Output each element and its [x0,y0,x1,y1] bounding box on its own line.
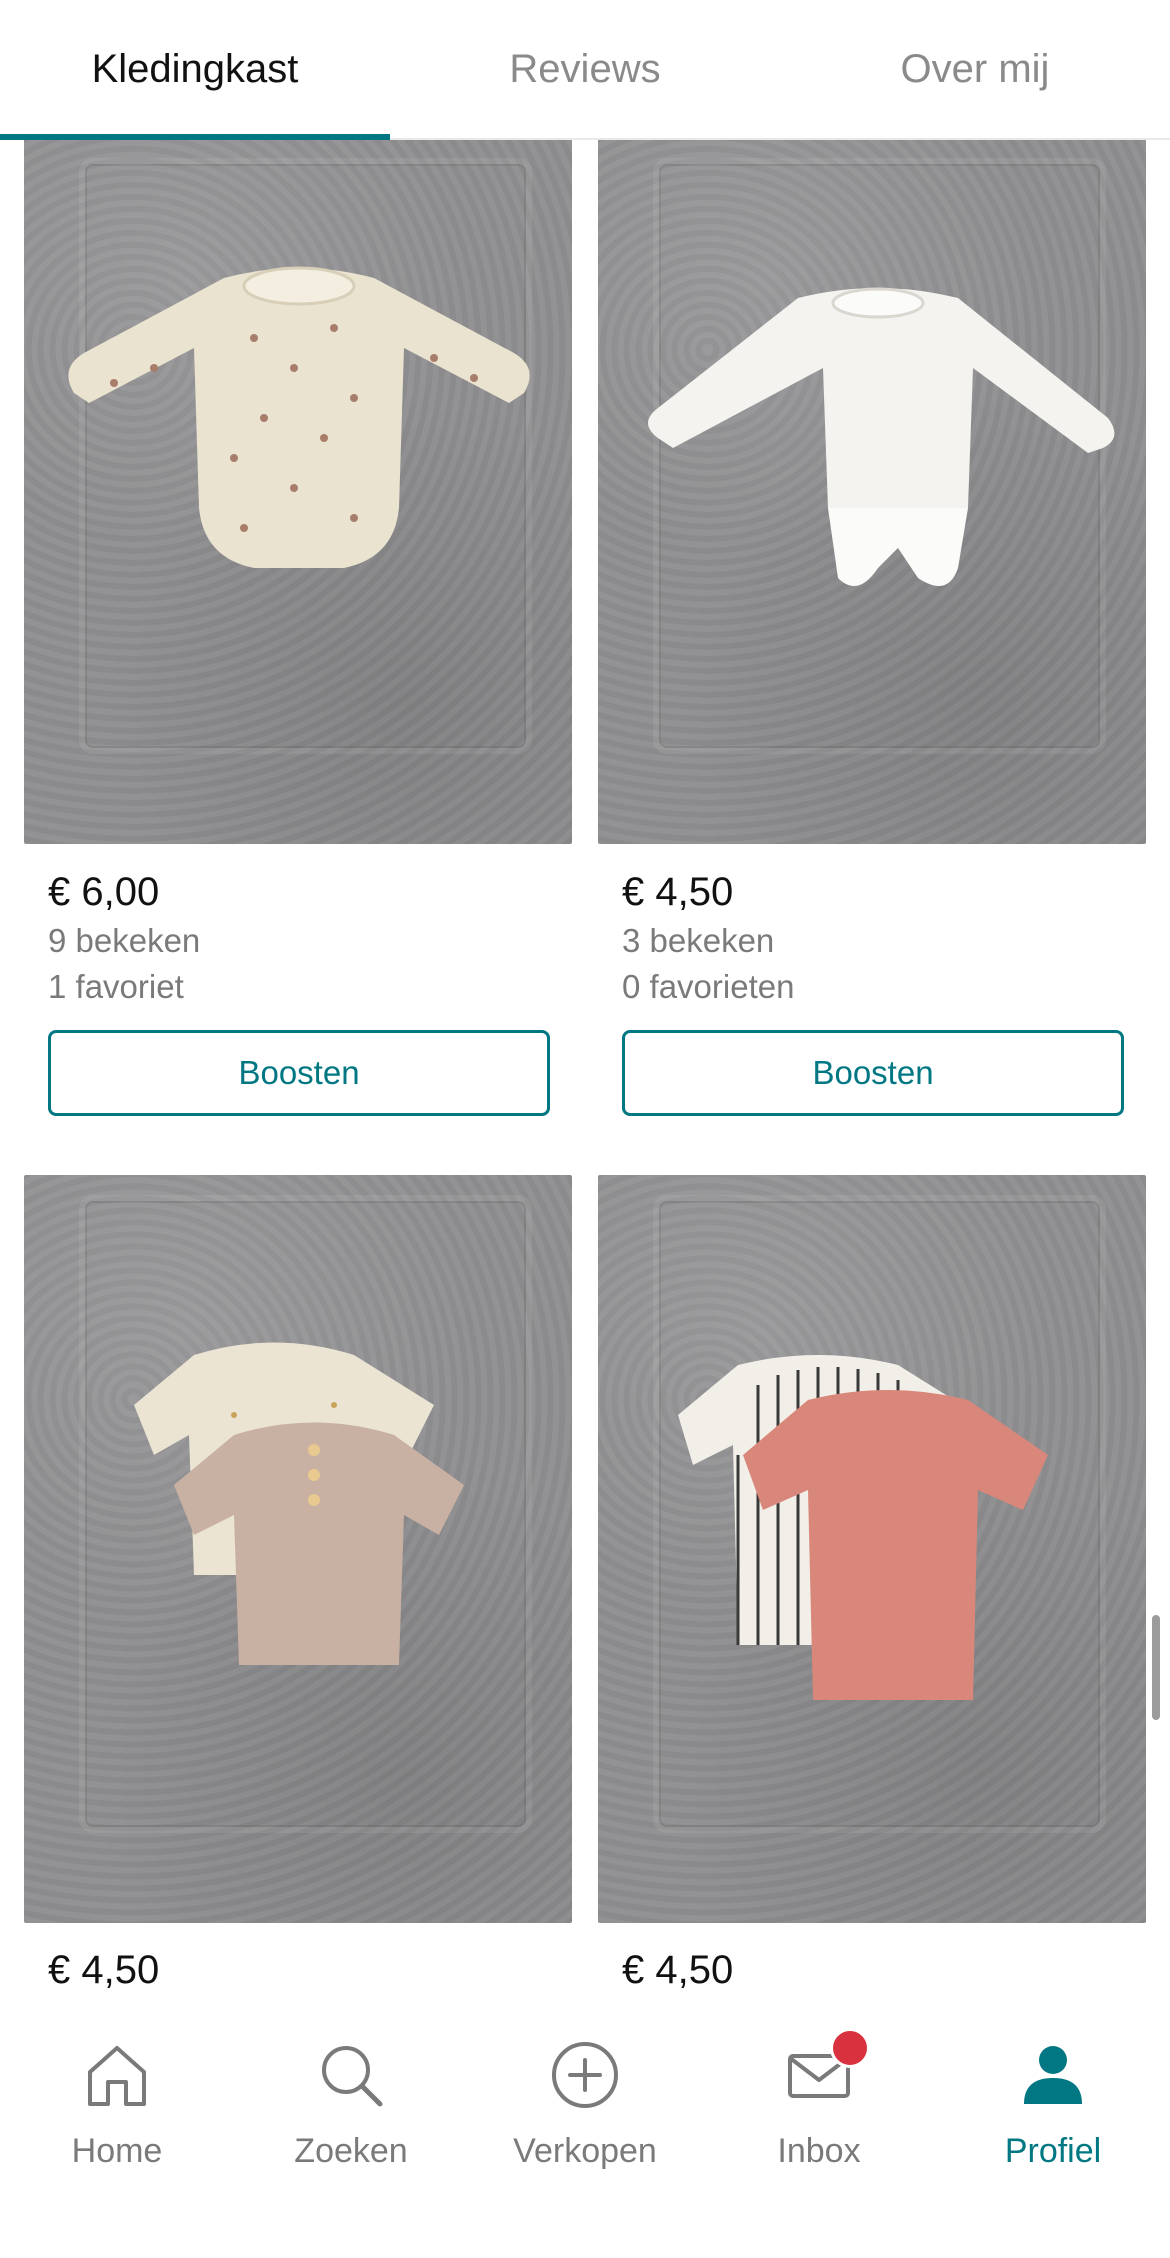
boost-label: Boosten [812,1054,934,1091]
nav-label: Zoeken [294,2132,408,2170]
item-photo[interactable] [598,138,1146,844]
tab-over-mij[interactable]: Over mij [780,0,1170,138]
nav-inbox[interactable]: Inbox [702,2028,936,2180]
item-price: € 6,00 [48,870,160,914]
item-photo[interactable] [24,138,572,844]
nav-label: Verkopen [513,2132,657,2170]
bottom-navigation: Home Zoeken Verkopen Inbox Profiel [0,2010,1170,2258]
home-icon [88,2046,146,2106]
item-price: € 4,50 [622,1948,734,1992]
item-price: € 4,50 [48,1948,160,1992]
tab-label: Kledingkast [91,46,299,91]
striped-pink-tshirts-photo-icon [678,1355,1048,1700]
boost-button[interactable]: Boosten [48,1030,550,1116]
scrollbar[interactable] [1152,1615,1160,1720]
boost-button[interactable]: Boosten [622,1030,1124,1116]
item-views: 3 bekeken [622,922,775,959]
two-tshirts-beige-photo-icon [134,1342,464,1665]
item-views: 9 bekeken [48,922,201,959]
nav-profile[interactable]: Profiel [936,2030,1170,2180]
boost-label: Boosten [238,1054,360,1091]
nav-search[interactable]: Zoeken [234,2030,468,2180]
item-photo[interactable] [24,1175,572,1923]
active-tab-indicator [0,134,390,140]
notification-badge [830,2028,870,2068]
item-price: € 4,50 [622,870,734,914]
nav-label: Home [71,2132,163,2170]
item-favorites: 1 favoriet [48,968,184,1005]
nav-home[interactable]: Home [0,2030,234,2180]
nav-label: Inbox [777,2132,861,2170]
white-bodysuit-photo-icon [648,287,1115,586]
search-icon [322,2046,383,2107]
nav-label: Profiel [1004,2132,1102,2170]
tab-reviews[interactable]: Reviews [390,0,780,138]
profile-icon [1024,2046,1082,2104]
floral-bodysuit-photo-icon [68,266,530,568]
nav-sell[interactable]: Verkopen [468,2030,702,2180]
item-photo[interactable] [598,1175,1146,1923]
tab-label: Reviews [509,46,661,91]
tab-label: Over mij [900,46,1050,91]
tab-kledingkast[interactable]: Kledingkast [0,0,390,138]
item-favorites: 0 favorieten [622,968,795,1005]
plus-circle-icon [552,2042,618,2108]
profile-tabs: Kledingkast Reviews Over mij [0,0,1170,140]
